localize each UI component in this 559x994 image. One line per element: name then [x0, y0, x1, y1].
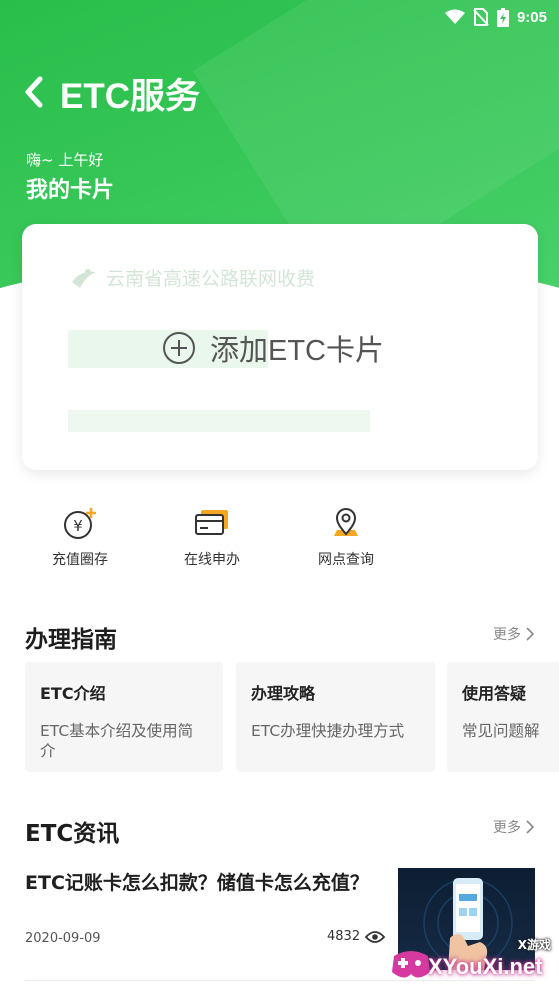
eye-icon: [365, 930, 386, 943]
guide-card-desc: ETC办理快捷办理方式: [251, 722, 405, 740]
card-bank-name: 云南省高速公路联网收费: [106, 268, 316, 290]
guide-card-how-to-apply[interactable]: 办理攻略 ETC办理快捷办理方式: [236, 662, 435, 772]
quick-action-label: 充值圈存: [52, 552, 108, 568]
clock-time: 9:05: [516, 8, 547, 26]
card-icon: [195, 510, 228, 535]
news-section-title: ETC资讯: [25, 821, 120, 847]
watermark-label: X游戏: [517, 938, 551, 952]
news-item-date: 2020-09-09: [25, 931, 101, 946]
quick-action-recharge[interactable]: ¥ 充值圈存: [20, 505, 140, 569]
guide-card-desc: 常见问题解: [462, 722, 540, 740]
battery-icon: [496, 7, 509, 27]
guide-card-desc: ETC基本介绍及使用简介: [40, 722, 194, 760]
news-item-views: 4832: [327, 929, 386, 944]
status-bar: 9:05: [444, 0, 559, 34]
guide-card-title: ETC介绍: [40, 684, 106, 703]
yen-coin-icon: ¥: [64, 508, 96, 539]
guide-card-title: 使用答疑: [462, 684, 527, 703]
site-watermark: X游戏 XYouXi.net: [388, 936, 559, 994]
chevron-right-icon: [526, 820, 535, 834]
chevron-right-icon: [526, 627, 535, 641]
back-arrow-icon: [25, 76, 43, 108]
page-title: ETC服务: [60, 77, 201, 116]
back-button[interactable]: [16, 72, 52, 112]
more-label: 更多: [493, 820, 521, 836]
guide-card-etc-intro[interactable]: ETC介绍 ETC基本介绍及使用简介: [25, 662, 223, 772]
news-more-link[interactable]: 更多: [493, 817, 535, 837]
quick-action-outlet-search[interactable]: 网点查询: [286, 505, 406, 569]
guide-section-title: 办理指南: [25, 627, 117, 653]
plus-circle-icon: [163, 332, 195, 364]
quick-action-label: 网点查询: [318, 552, 374, 568]
highway-logo-icon: [72, 268, 96, 288]
guide-card-faq[interactable]: 使用答疑 常见问题解: [447, 662, 559, 772]
news-item-title[interactable]: ETC记账卡怎么扣款？储值卡怎么充值？: [25, 868, 395, 895]
quick-action-apply-online[interactable]: 在线申办: [152, 505, 272, 569]
guide-more-link[interactable]: 更多: [493, 624, 535, 644]
location-pin-icon: [334, 508, 358, 536]
guide-card-title: 办理攻略: [251, 684, 316, 703]
card-placeholder-bar: [68, 410, 370, 432]
wifi-icon: [444, 9, 465, 25]
card-bank-watermark: 云南省高速公路联网收费: [70, 264, 315, 291]
more-label: 更多: [493, 627, 521, 643]
etc-card-placeholder[interactable]: 云南省高速公路联网收费 添加ETC卡片: [22, 224, 538, 470]
add-etc-card-button[interactable]: 添加ETC卡片: [162, 327, 384, 369]
watermark-site: XYouXi.net: [428, 954, 543, 979]
view-count: 4832: [327, 929, 361, 944]
add-card-label: 添加ETC卡片: [210, 335, 385, 367]
quick-action-label: 在线申办: [184, 552, 240, 568]
svg-text:¥: ¥: [73, 517, 83, 535]
my-cards-heading: 我的卡片: [26, 178, 115, 203]
greeting-text: 嗨~ 上午好: [26, 151, 104, 169]
no-sim-icon: [473, 8, 489, 26]
